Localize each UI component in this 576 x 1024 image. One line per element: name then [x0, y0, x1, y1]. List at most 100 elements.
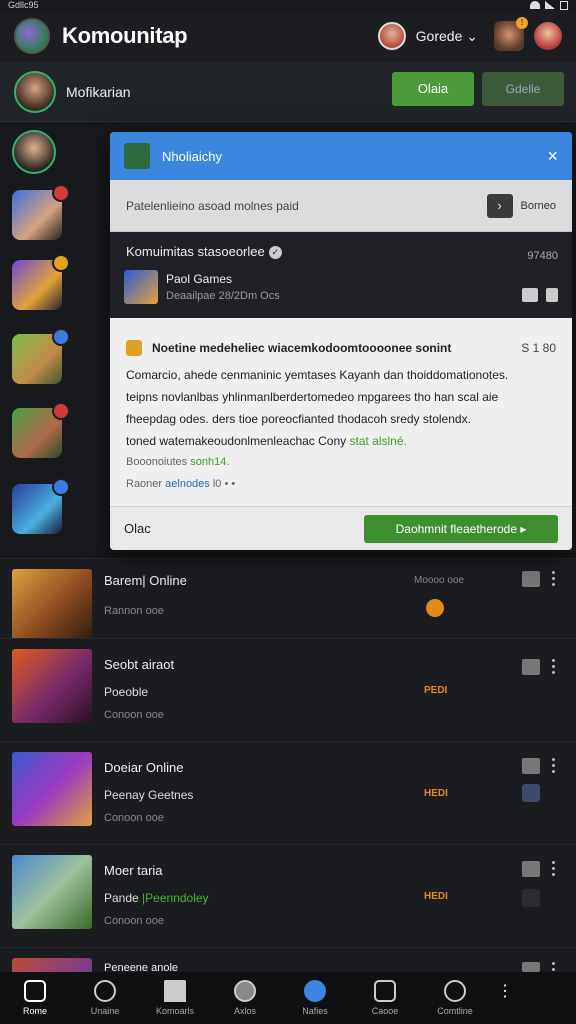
rail-badge-icon [52, 184, 70, 202]
rail-item-3[interactable] [12, 328, 70, 384]
row-subtitle: Pande |Peenndoley [104, 891, 209, 905]
list-item[interactable]: Peneene anole [0, 947, 576, 983]
nav-history[interactable]: Comtline [420, 972, 490, 1024]
row-subtitle-green: |Peenndoley [142, 891, 209, 905]
game-thumbnail [12, 649, 92, 723]
confirm-button[interactable]: Daohmnit fleaetherode ▸ [364, 514, 558, 543]
save-icon[interactable] [522, 758, 540, 774]
row-meta: Conoon ooe [104, 915, 164, 927]
user-avatar[interactable] [377, 22, 406, 50]
rail-badge-icon [52, 478, 70, 496]
notifications-icon[interactable]: ! [494, 17, 528, 51]
row-meta: Conoon ooe [104, 709, 164, 721]
close-icon[interactable]: × [547, 146, 558, 167]
save-icon[interactable] [522, 571, 540, 587]
meta-line-1: Booonoiutes sonh14. [126, 456, 556, 468]
more-menu-icon[interactable] [552, 962, 556, 972]
left-rail [0, 122, 100, 562]
nav-label: Comtline [437, 1006, 473, 1016]
more-menu-icon[interactable] [552, 659, 556, 675]
rail-avatar[interactable] [12, 130, 56, 174]
list-item[interactable]: Doeiar Online Peenay Geetnes Conoon ooe … [0, 741, 576, 844]
secondary-button[interactable]: Gdelle [482, 72, 564, 106]
row-subtitle-tag: Peenndoley [145, 891, 209, 905]
community-item-sub: Deaailpae 28/2Dm Ocs [166, 290, 280, 302]
status-bar: Gdllc95 [0, 0, 576, 10]
list-item[interactable]: Moer taria Pande |Peenndoley Conoon ooe … [0, 844, 576, 947]
nav-label: Nafies [302, 1006, 328, 1016]
app-logo-icon[interactable] [14, 18, 50, 54]
row-title: Seobt airaot [104, 657, 175, 672]
dice-icon [374, 980, 396, 1002]
save-icon[interactable] [522, 861, 540, 877]
notice-title: Noetine medeheliec wiacemkodoomtoooonee … [152, 341, 452, 355]
row-subtitle-text: Pande [104, 891, 139, 905]
lock-icon [126, 340, 142, 356]
game-thumbnail [12, 855, 92, 929]
notification-icon [124, 143, 150, 169]
share-icon[interactable] [522, 889, 540, 907]
search-label[interactable]: Borneo [521, 200, 556, 212]
rail-badge-icon [52, 402, 70, 420]
nav-home[interactable]: Rome [0, 972, 70, 1024]
nav-community[interactable]: Komoarls [140, 972, 210, 1024]
share-icon[interactable] [522, 784, 540, 802]
body-line: fheepdag odes. ders tioe poreocfianted t… [126, 412, 471, 426]
community-card[interactable]: Komuimitas stasoeorlee ✓ 97480 Paol Games… [110, 232, 572, 318]
modal-search-bar[interactable]: Patelenlieino asoad molnes paid › Borneo [110, 180, 572, 232]
save-icon[interactable] [522, 659, 540, 675]
body-green-text: stat alslné. [349, 434, 407, 448]
row-title: Doeiar Online [104, 760, 184, 775]
nav-news[interactable]: Nafies [280, 972, 350, 1024]
more-menu-icon[interactable] [552, 758, 556, 774]
arrow-icon[interactable]: › [486, 193, 513, 218]
user-menu[interactable]: Gorede ⌄ [416, 28, 478, 45]
row-right-meta: Moooo ooe [414, 575, 465, 586]
notification-modal: Nholiaichy × Patelenlieino asoad molnes … [110, 132, 572, 550]
status-icons [530, 0, 568, 10]
row-title: Moer taria [104, 863, 163, 878]
body-line: toned watemakeoudonlmenleachac Cony [126, 434, 347, 448]
notice-line: Noetine medeheliec wiacemkodoomtoooonee … [126, 340, 556, 356]
row-title: Barem| Online [104, 573, 187, 588]
more-menu-icon[interactable] [552, 571, 556, 587]
nav-label: Rome [22, 1006, 47, 1016]
list-item[interactable]: Seobt airaot Poeoble Conoon ooe PEDI [0, 638, 576, 741]
row-tag: PEDI [424, 685, 448, 696]
app-header: Komounitap Gorede ⌄ ! [0, 10, 576, 62]
rail-item-1[interactable] [12, 184, 70, 240]
save-icon[interactable] [522, 962, 540, 972]
sub-header-title: Mofikarian [66, 83, 131, 100]
footer-label[interactable]: Olac [124, 521, 151, 536]
row-subtitle: Peenay Geetnes [104, 788, 194, 802]
nav-search[interactable]: Unaine [70, 972, 140, 1024]
user-name: Gorede [415, 27, 463, 44]
modal-header: Nholiaichy × [110, 132, 572, 180]
profile-avatar[interactable] [534, 22, 562, 50]
row-meta: Conoon ooe [104, 812, 164, 824]
rail-item-2[interactable] [12, 254, 70, 310]
bottom-nav: Rome Unaine Komoarls Axlos Nafies Caooe … [0, 972, 576, 1024]
more-menu-icon[interactable] [552, 861, 556, 877]
grid-menu-icon[interactable]: ⋮ [490, 972, 520, 1024]
meta-link[interactable]: aelnodes [165, 478, 210, 490]
rail-item-5[interactable] [12, 478, 70, 534]
primary-button[interactable]: Olaia [392, 72, 474, 106]
bookmark-icon[interactable] [546, 288, 558, 302]
game-thumbnail [12, 752, 92, 826]
verified-icon: ✓ [268, 246, 282, 260]
nav-games[interactable]: Caooe [350, 972, 420, 1024]
notice-number: S 1 80 [521, 341, 556, 355]
community-title-text: Komuimitas stasoeorlee [126, 244, 265, 259]
meta-label: Raoner [126, 478, 163, 490]
globe-icon [304, 980, 326, 1002]
rail-item-4[interactable] [12, 402, 70, 458]
wifi-icon [530, 1, 540, 9]
camera-icon[interactable] [522, 288, 538, 302]
nav-activity[interactable]: Axlos [210, 972, 280, 1024]
community-avatar[interactable] [14, 70, 56, 113]
community-title: Komuimitas stasoeorlee ✓ [126, 244, 282, 260]
game-thumbnail [124, 270, 158, 304]
row-tag: HEDI [424, 891, 448, 902]
modal-footer: Olac Daohmnit fleaetherode ▸ [110, 506, 572, 550]
